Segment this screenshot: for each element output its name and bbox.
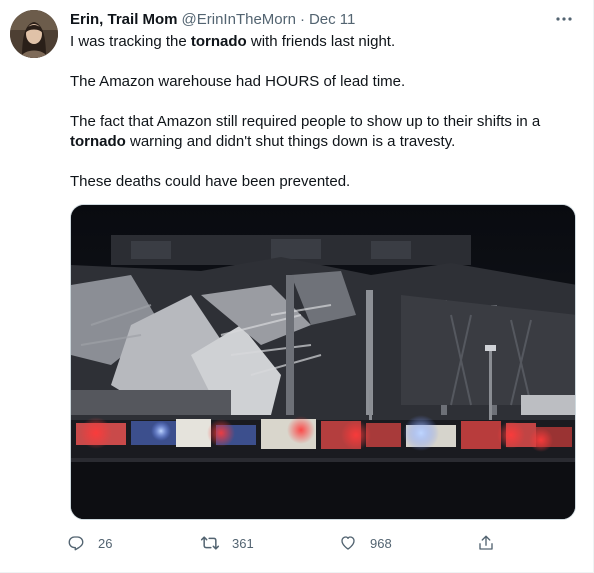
tweet-actions: 26 361 968 [66,529,506,557]
tweet-date[interactable]: Dec 11 [309,11,355,28]
heart-icon [338,533,358,553]
share-button[interactable] [476,529,496,557]
tweet-header: Erin, Trail Mom @ErinInTheMorn · Dec 11 [70,9,355,29]
tweet-text: I was tracking the tornado with friends … [70,32,575,192]
author-handle[interactable]: @ErinInTheMorn [182,11,296,28]
author-name[interactable]: Erin, Trail Mom [70,11,178,28]
retweet-icon [200,533,220,553]
header-separator: · [299,10,305,28]
tweet-paragraph-3: The fact that Amazon still required peop… [70,113,541,150]
avatar[interactable] [10,10,58,58]
reply-button[interactable]: 26 [66,529,112,557]
like-button[interactable]: 968 [338,529,392,557]
tweet-paragraph-2: The Amazon warehouse had HOURS of lead t… [70,73,406,90]
like-count: 968 [370,535,392,551]
reply-count: 26 [98,535,113,551]
reply-icon [66,533,86,553]
tweet-paragraph-1: I was tracking the tornado with friends … [70,33,396,50]
tweet-paragraph-4: These deaths could have been prevented. [70,173,351,190]
tweet-keyword: tornado [190,33,247,50]
more-horizontal-icon[interactable] [553,8,575,30]
retweet-count: 361 [232,535,254,551]
share-icon [476,533,496,553]
tweet-photo[interactable] [70,204,576,520]
tweet-card[interactable]: Erin, Trail Mom @ErinInTheMorn · Dec 11 … [0,0,594,573]
retweet-button[interactable]: 361 [200,529,254,557]
tweet-keyword: tornado [70,133,126,150]
